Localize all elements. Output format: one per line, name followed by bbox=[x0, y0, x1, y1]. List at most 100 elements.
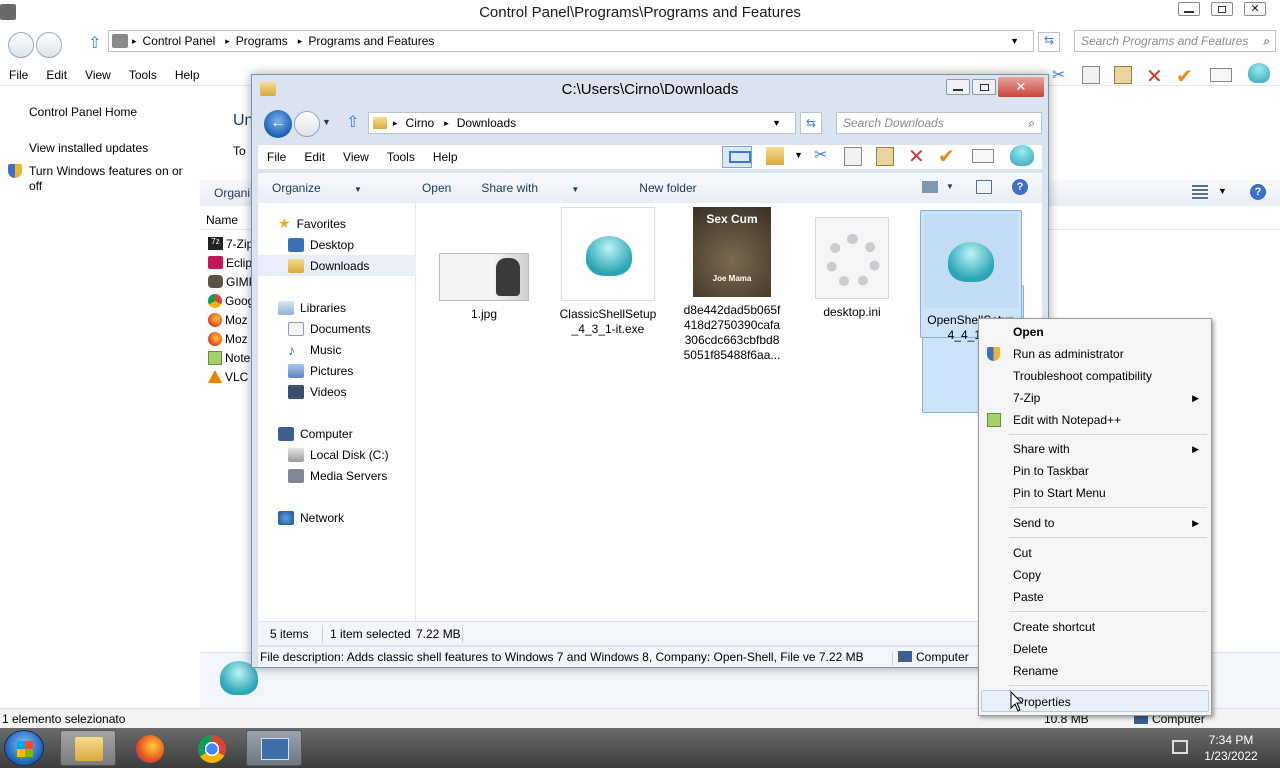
taskbar-chrome[interactable] bbox=[184, 730, 240, 766]
chevron-down-icon[interactable]: ▼ bbox=[1218, 186, 1227, 196]
open-button[interactable]: Open bbox=[422, 181, 451, 195]
rename-icon[interactable] bbox=[1210, 68, 1232, 82]
ctx-cut[interactable]: Cut bbox=[979, 542, 1211, 564]
file-item-classicshellsetup[interactable]: ClassicShellSetup _4_3_1-it.exe bbox=[556, 207, 660, 337]
delete-icon[interactable]: ✕ bbox=[1146, 64, 1163, 89]
menu-view[interactable]: View bbox=[76, 68, 120, 82]
menu-tools[interactable]: Tools bbox=[378, 150, 424, 164]
taskbar-clock[interactable]: 7:34 PM 1/23/2022 bbox=[1196, 732, 1266, 764]
search-icon[interactable]: ⌕ bbox=[1263, 31, 1270, 51]
windows-features-link[interactable]: Turn Windows features on or off bbox=[29, 164, 194, 194]
downloads-search-input[interactable]: Search Downloads ⌕ bbox=[836, 112, 1042, 134]
nav-pictures[interactable]: Pictures bbox=[258, 360, 416, 381]
chevron-down-icon[interactable]: ▼ bbox=[1010, 36, 1019, 46]
program-row-mozilla-1[interactable]: Moz bbox=[208, 310, 257, 329]
ctx-run-as-admin[interactable]: Run as administrator bbox=[979, 343, 1211, 365]
ctx-open[interactable]: Open bbox=[979, 321, 1211, 343]
new-folder-button[interactable]: New folder bbox=[639, 181, 696, 195]
rename-icon[interactable] bbox=[972, 149, 994, 163]
preview-pane-icon[interactable] bbox=[722, 146, 752, 168]
menu-help[interactable]: Help bbox=[166, 68, 209, 82]
file-item-1jpg[interactable]: 1.jpg bbox=[434, 253, 534, 322]
menu-file[interactable]: File bbox=[0, 68, 37, 82]
breadcrumb-programs[interactable]: Programs bbox=[236, 34, 288, 48]
ctx-edit-notepad[interactable]: Edit with Notepad++ bbox=[979, 409, 1211, 431]
chevron-down-icon[interactable]: ▼ bbox=[772, 118, 781, 128]
menu-edit[interactable]: Edit bbox=[37, 68, 76, 82]
nav-favorites[interactable]: ★ Favorites bbox=[258, 213, 416, 234]
up-arrow-icon[interactable]: ⇧ bbox=[346, 112, 359, 132]
minimize-button[interactable] bbox=[946, 79, 970, 95]
preview-pane-icon[interactable] bbox=[976, 180, 992, 194]
program-row-google[interactable]: Goog bbox=[208, 291, 257, 310]
cut-icon[interactable]: ✂ bbox=[1052, 65, 1065, 85]
ctx-rename[interactable]: Rename bbox=[979, 660, 1211, 682]
nav-libraries[interactable]: Libraries bbox=[258, 297, 416, 318]
folder-options-icon[interactable] bbox=[766, 147, 784, 165]
file-item-desktop-ini[interactable]: desktop.ini bbox=[802, 217, 902, 320]
delete-icon[interactable]: ✕ bbox=[908, 144, 925, 169]
help-icon[interactable]: ? bbox=[1250, 184, 1266, 200]
taskbar-firefox[interactable] bbox=[122, 730, 178, 766]
ctx-copy[interactable]: Copy bbox=[979, 564, 1211, 586]
up-arrow-icon[interactable]: ⇧ bbox=[88, 33, 101, 53]
maximize-button[interactable] bbox=[1211, 2, 1233, 16]
back-arrow-icon[interactable]: ← bbox=[264, 110, 292, 138]
breadcrumb-programs-and-features[interactable]: Programs and Features bbox=[308, 34, 434, 48]
properties-icon[interactable]: ✔ bbox=[938, 144, 955, 169]
breadcrumb-downloads[interactable]: Downloads bbox=[457, 116, 516, 130]
nav-media-servers[interactable]: Media Servers bbox=[258, 465, 416, 486]
menu-help[interactable]: Help bbox=[424, 150, 467, 164]
ctx-troubleshoot[interactable]: Troubleshoot compatibility bbox=[979, 365, 1211, 387]
program-row-mozilla-2[interactable]: Moz bbox=[208, 329, 257, 348]
chevron-down-icon[interactable]: ▼ bbox=[946, 182, 954, 191]
menu-file[interactable]: File bbox=[258, 150, 295, 164]
ctx-delete[interactable]: Delete bbox=[979, 638, 1211, 660]
file-item-hash-image[interactable]: Sex Cum Joe Mama d8e442dad5b065f 418d275… bbox=[678, 207, 786, 363]
menu-tools[interactable]: Tools bbox=[120, 68, 166, 82]
nav-desktop[interactable]: Desktop bbox=[258, 234, 416, 255]
name-column-header[interactable]: Name bbox=[206, 213, 238, 227]
ctx-pin-taskbar[interactable]: Pin to Taskbar bbox=[979, 460, 1211, 482]
minimize-button[interactable] bbox=[1178, 2, 1200, 16]
nav-music[interactable]: ♪ Music bbox=[258, 339, 416, 360]
ctx-send-to[interactable]: Send to ▶ bbox=[979, 512, 1211, 534]
program-row-7zip[interactable]: 7z 7-Zip bbox=[208, 234, 257, 253]
ctx-share-with[interactable]: Share with ▶ bbox=[979, 438, 1211, 460]
menu-edit[interactable]: Edit bbox=[295, 150, 334, 164]
paste-icon[interactable] bbox=[1114, 66, 1132, 84]
close-button[interactable]: ✕ bbox=[1244, 2, 1266, 16]
help-icon[interactable]: ? bbox=[1012, 179, 1028, 195]
program-row-eclipse[interactable]: Eclip bbox=[208, 253, 257, 272]
forward-button[interactable] bbox=[36, 32, 62, 58]
copy-icon[interactable] bbox=[1082, 66, 1100, 84]
paste-icon[interactable] bbox=[876, 147, 894, 166]
refresh-icon[interactable]: ⇆ bbox=[800, 112, 822, 134]
nav-computer[interactable]: Computer bbox=[258, 423, 416, 444]
ctx-pin-start[interactable]: Pin to Start Menu bbox=[979, 482, 1211, 504]
forward-button[interactable] bbox=[294, 111, 320, 137]
start-button[interactable] bbox=[4, 730, 44, 766]
control-panel-home-link[interactable]: Control Panel Home bbox=[29, 105, 137, 119]
open-shell-icon[interactable] bbox=[1010, 145, 1034, 166]
change-view-icon[interactable] bbox=[922, 181, 938, 193]
network-tray-icon[interactable] bbox=[1172, 740, 1188, 754]
recent-pages-chevron-icon[interactable]: ▼ bbox=[322, 117, 331, 127]
nav-videos[interactable]: Videos bbox=[258, 381, 416, 402]
open-shell-icon[interactable] bbox=[1248, 63, 1270, 83]
refresh-icon[interactable]: ⇆ bbox=[1038, 32, 1060, 52]
view-installed-updates-link[interactable]: View installed updates bbox=[29, 141, 148, 155]
program-row-vlc[interactable]: VLC bbox=[208, 367, 257, 386]
copy-icon[interactable] bbox=[844, 147, 862, 166]
organize-button[interactable]: Organi bbox=[214, 186, 250, 200]
nav-network[interactable]: Network bbox=[258, 507, 416, 528]
address-bar[interactable]: ▸ Control Panel ▸ Programs ▸ Programs an… bbox=[108, 30, 1034, 52]
nav-local-disk[interactable]: Local Disk (C:) bbox=[258, 444, 416, 465]
ctx-create-shortcut[interactable]: Create shortcut bbox=[979, 616, 1211, 638]
ctx-7zip[interactable]: 7-Zip ▶ bbox=[979, 387, 1211, 409]
menu-view[interactable]: View bbox=[334, 150, 378, 164]
close-button[interactable]: ✕ bbox=[998, 77, 1044, 97]
search-input[interactable]: Search Programs and Features ⌕ bbox=[1074, 30, 1276, 52]
maximize-button[interactable] bbox=[972, 79, 996, 95]
view-options-icon[interactable] bbox=[1192, 185, 1208, 199]
